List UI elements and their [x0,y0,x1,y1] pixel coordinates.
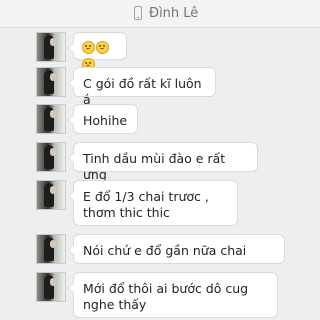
message-bubble[interactable]: Nói chứ e đổ gần nữa chai [68,234,285,264]
message-text: Mới đổ thôi ai bước dô cug nghe thấy [83,281,249,312]
message-text: Nói chứ e đổ gần nữa chai [83,243,247,258]
contact-name: Đình Lê [149,6,199,21]
avatar[interactable] [36,67,66,97]
message-bubble[interactable]: E đổ 1/3 chai trươc , thơm thic thic [68,180,238,226]
message-bubble[interactable]: Mới đổ thôi ai bước dô cug nghe thấy [68,272,278,318]
avatar[interactable] [36,234,66,264]
phone-icon[interactable] [134,6,142,20]
avatar[interactable] [36,180,66,210]
message-text: E đổ 1/3 chai trươc , thơm thic thic [83,189,209,220]
avatar[interactable] [36,142,66,172]
message-text: Tinh dầu mùi đào e rất ưng [83,151,226,182]
avatar[interactable] [36,272,66,302]
message-text: Hohihe [83,113,128,128]
avatar[interactable] [36,32,66,62]
message-bubble[interactable]: C gói đồ rất kĩ luôn á [68,67,216,107]
avatar[interactable] [36,104,66,134]
message-bubble[interactable]: Tinh dầu mùi đào e rất ưng [68,142,258,182]
message-bubble[interactable] [68,32,127,71]
chat-header: Đình Lê [0,0,320,28]
message-bubble[interactable]: Hohihe [68,104,138,134]
smiley-emoji-icon [96,41,109,54]
smiley-emoji-icon [82,41,95,54]
message-text: C gói đồ rất kĩ luôn á [83,76,202,107]
